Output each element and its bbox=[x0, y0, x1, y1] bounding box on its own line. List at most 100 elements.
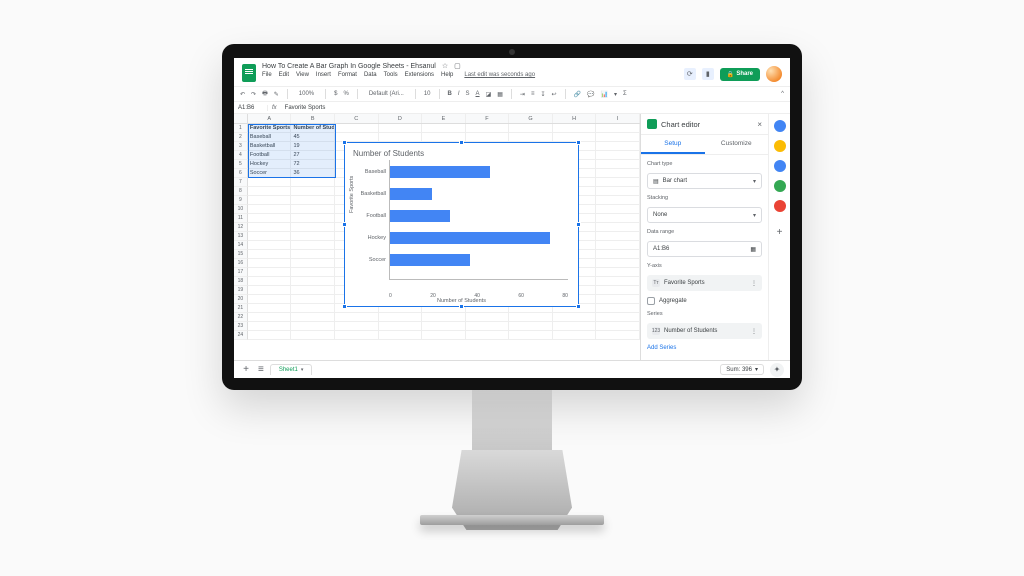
cell[interactable] bbox=[509, 124, 553, 133]
row-header[interactable]: 20 bbox=[234, 295, 248, 304]
cell[interactable] bbox=[596, 205, 640, 214]
cell[interactable] bbox=[596, 295, 640, 304]
cell[interactable] bbox=[553, 133, 597, 142]
cell[interactable] bbox=[248, 178, 292, 187]
cell[interactable] bbox=[335, 322, 379, 331]
toolbar-collapse-icon[interactable]: ^ bbox=[781, 91, 784, 97]
cell[interactable] bbox=[248, 259, 292, 268]
tab-customize[interactable]: Customize bbox=[705, 135, 769, 154]
cell[interactable] bbox=[596, 277, 640, 286]
cell[interactable] bbox=[291, 196, 335, 205]
row-header[interactable]: 16 bbox=[234, 259, 248, 268]
cell[interactable] bbox=[291, 178, 335, 187]
row-header[interactable]: 13 bbox=[234, 232, 248, 241]
cell[interactable] bbox=[379, 331, 423, 340]
yaxis-chip[interactable]: Tт Favorite Sports ⋮ bbox=[647, 275, 762, 291]
filter-icon[interactable]: ▾ bbox=[614, 91, 617, 98]
cell[interactable] bbox=[291, 313, 335, 322]
cell[interactable]: Favorite Sports bbox=[248, 124, 292, 133]
cell[interactable] bbox=[509, 322, 553, 331]
name-box[interactable]: A1:B6 bbox=[234, 105, 268, 111]
cell[interactable] bbox=[553, 331, 597, 340]
cell[interactable] bbox=[291, 268, 335, 277]
menu-edit[interactable]: Edit bbox=[279, 72, 289, 78]
cell[interactable] bbox=[509, 313, 553, 322]
tasks-icon[interactable] bbox=[774, 160, 786, 172]
cell[interactable]: Baseball bbox=[248, 133, 292, 142]
row-header[interactable]: 18 bbox=[234, 277, 248, 286]
row-header[interactable]: 7 bbox=[234, 178, 248, 187]
resize-handle[interactable] bbox=[342, 140, 347, 145]
fillcolor-icon[interactable]: ◪ bbox=[486, 91, 492, 98]
cell[interactable] bbox=[596, 304, 640, 313]
cell[interactable] bbox=[509, 133, 553, 142]
col-header[interactable]: G bbox=[509, 114, 553, 123]
cell[interactable] bbox=[466, 322, 510, 331]
all-sheets-icon[interactable]: ≡ bbox=[258, 364, 264, 375]
last-edit-link[interactable]: Last edit was seconds ago bbox=[464, 72, 535, 78]
grid-icon[interactable]: ▦ bbox=[750, 246, 756, 253]
row-header[interactable]: 10 bbox=[234, 205, 248, 214]
menu-file[interactable]: File bbox=[262, 72, 272, 78]
col-header[interactable]: B bbox=[291, 114, 335, 123]
col-header[interactable]: C bbox=[335, 114, 379, 123]
cell[interactable] bbox=[596, 160, 640, 169]
row-header[interactable]: 5 bbox=[234, 160, 248, 169]
chart-icon[interactable]: 📊 bbox=[600, 91, 607, 98]
data-range-input[interactable]: A1:B6 ▦ bbox=[647, 241, 762, 257]
row-header[interactable]: 12 bbox=[234, 223, 248, 232]
tab-setup[interactable]: Setup bbox=[641, 135, 705, 154]
resize-handle[interactable] bbox=[459, 304, 464, 309]
cell[interactable] bbox=[248, 250, 292, 259]
textcolor-icon[interactable]: A bbox=[476, 91, 480, 97]
cell[interactable] bbox=[596, 259, 640, 268]
menu-data[interactable]: Data bbox=[364, 72, 377, 78]
col-header[interactable]: I bbox=[596, 114, 640, 123]
cell[interactable] bbox=[422, 331, 466, 340]
cell[interactable]: 27 bbox=[291, 151, 335, 160]
cell[interactable] bbox=[248, 205, 292, 214]
row-header[interactable]: 15 bbox=[234, 250, 248, 259]
cell[interactable] bbox=[596, 142, 640, 151]
cell[interactable] bbox=[291, 277, 335, 286]
row-header[interactable]: 4 bbox=[234, 151, 248, 160]
row-header[interactable]: 3 bbox=[234, 142, 248, 151]
spreadsheet-grid[interactable]: A B C D E F G H I 1Favorite SportsNumber… bbox=[234, 114, 640, 360]
cell[interactable] bbox=[248, 304, 292, 313]
share-button[interactable]: 🔒 Share bbox=[720, 68, 760, 81]
cell[interactable] bbox=[596, 196, 640, 205]
row-header[interactable]: 23 bbox=[234, 322, 248, 331]
menu-insert[interactable]: Insert bbox=[316, 72, 331, 78]
fontsize-input[interactable]: 10 bbox=[424, 91, 431, 97]
cell[interactable] bbox=[596, 223, 640, 232]
resize-handle[interactable] bbox=[342, 222, 347, 227]
cell[interactable] bbox=[596, 232, 640, 241]
addons-plus-icon[interactable]: + bbox=[774, 226, 786, 238]
cell[interactable] bbox=[335, 331, 379, 340]
chart-type-select[interactable]: ▤Bar chart ▾ bbox=[647, 173, 762, 189]
cell[interactable]: Football bbox=[248, 151, 292, 160]
cell[interactable] bbox=[596, 124, 640, 133]
menu-view[interactable]: View bbox=[296, 72, 309, 78]
row-header[interactable]: 22 bbox=[234, 313, 248, 322]
meet-icon[interactable]: ▮ bbox=[702, 68, 714, 80]
menu-tools[interactable]: Tools bbox=[384, 72, 398, 78]
calendar-icon[interactable] bbox=[774, 120, 786, 132]
select-all-corner[interactable] bbox=[234, 114, 248, 123]
col-header[interactable]: A bbox=[248, 114, 292, 123]
cell[interactable] bbox=[248, 187, 292, 196]
cell[interactable]: 72 bbox=[291, 160, 335, 169]
row-header[interactable]: 9 bbox=[234, 196, 248, 205]
wrap-icon[interactable]: ↩ bbox=[551, 91, 556, 98]
cell[interactable] bbox=[291, 304, 335, 313]
cell[interactable] bbox=[291, 331, 335, 340]
cell[interactable] bbox=[596, 286, 640, 295]
cell[interactable] bbox=[379, 313, 423, 322]
explore-button[interactable]: ✦ bbox=[770, 363, 784, 377]
row-header[interactable]: 8 bbox=[234, 187, 248, 196]
cell[interactable] bbox=[553, 124, 597, 133]
row-header[interactable]: 2 bbox=[234, 133, 248, 142]
menu-format[interactable]: Format bbox=[338, 72, 357, 78]
cell[interactable] bbox=[596, 268, 640, 277]
cell[interactable] bbox=[291, 187, 335, 196]
